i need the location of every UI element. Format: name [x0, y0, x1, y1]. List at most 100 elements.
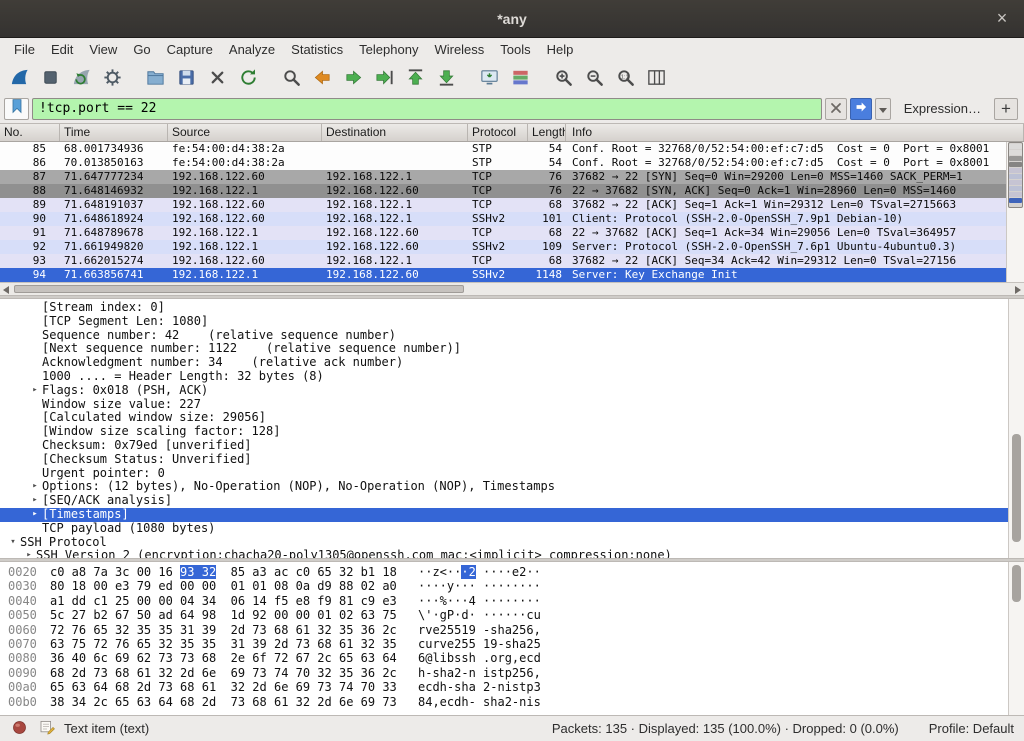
- packet-row[interactable]: 8771.647777234192.168.122.60192.168.122.…: [0, 170, 1006, 184]
- close-file-button[interactable]: [202, 62, 233, 92]
- go-forward-button[interactable]: [338, 62, 369, 92]
- expander-icon[interactable]: ▸: [22, 549, 36, 558]
- detail-line[interactable]: [Next sequence number: 1122 (relative se…: [0, 342, 1008, 356]
- scroll-left-icon[interactable]: [0, 284, 12, 295]
- packet-row[interactable]: 9371.662015274192.168.122.60192.168.122.…: [0, 254, 1006, 268]
- detail-line[interactable]: Urgent pointer: 0: [0, 467, 1008, 481]
- capture-options-button[interactable]: [97, 62, 128, 92]
- column-header-destination[interactable]: Destination: [322, 124, 468, 141]
- expert-info-button[interactable]: [10, 719, 29, 738]
- display-filter-input[interactable]: [32, 98, 822, 120]
- go-first-button[interactable]: [400, 62, 431, 92]
- find-packet-button[interactable]: [276, 62, 307, 92]
- scrollbar-thumb[interactable]: [1008, 142, 1023, 208]
- menu-item-capture[interactable]: Capture: [159, 40, 221, 59]
- packet-row[interactable]: 8568.001734936fe:54:00:d4:38:2aSTP54Conf…: [0, 142, 1006, 156]
- hex-row[interactable]: 003080 18 00 e3 79 ed 00 00 01 01 08 0a …: [0, 579, 1008, 593]
- filter-clear-button[interactable]: [825, 98, 847, 120]
- detail-line[interactable]: [TCP Segment Len: 1080]: [0, 315, 1008, 329]
- zoom-in-button[interactable]: [548, 62, 579, 92]
- hex-scrollbar[interactable]: [1008, 562, 1024, 715]
- menu-item-tools[interactable]: Tools: [492, 40, 538, 59]
- detail-line[interactable]: ▸[SEQ/ACK analysis]: [0, 494, 1008, 508]
- column-header-protocol[interactable]: Protocol: [468, 124, 528, 141]
- hex-scrollbar-thumb[interactable]: [1012, 565, 1021, 602]
- menu-item-view[interactable]: View: [81, 40, 125, 59]
- packet-row[interactable]: 9471.663856741192.168.122.1192.168.122.6…: [0, 268, 1006, 282]
- detail-line[interactable]: [Checksum Status: Unverified]: [0, 453, 1008, 467]
- scroll-right-icon[interactable]: [1012, 284, 1024, 295]
- expander-icon[interactable]: ▸: [28, 508, 42, 522]
- column-header-source[interactable]: Source: [168, 124, 322, 141]
- detail-line[interactable]: ▸Options: (12 bytes), No-Operation (NOP)…: [0, 480, 1008, 494]
- start-capture-button[interactable]: [4, 62, 35, 92]
- hex-row[interactable]: 0020c0 a8 7a 3c 00 16 93 32 85 a3 ac c0 …: [0, 565, 1008, 579]
- expander-icon[interactable]: ▾: [6, 536, 20, 550]
- detail-line[interactable]: ▸[Timestamps]: [0, 508, 1008, 522]
- status-profile[interactable]: Profile: Default: [929, 721, 1014, 736]
- hex-row[interactable]: 0040a1 dd c1 25 00 00 04 34 06 14 f5 e8 …: [0, 594, 1008, 608]
- go-last-button[interactable]: [431, 62, 462, 92]
- menu-item-wireless[interactable]: Wireless: [426, 40, 492, 59]
- column-header-time[interactable]: Time: [60, 124, 168, 141]
- detail-line[interactable]: ▾SSH Protocol: [0, 536, 1008, 550]
- filter-bookmark-button[interactable]: [4, 98, 29, 120]
- zoom-original-button[interactable]: 1:1: [610, 62, 641, 92]
- detail-line[interactable]: 1000 .... = Header Length: 32 bytes (8): [0, 370, 1008, 384]
- packet-row[interactable]: 9171.648789678192.168.122.1192.168.122.6…: [0, 226, 1006, 240]
- detail-line[interactable]: Checksum: 0x79ed [unverified]: [0, 439, 1008, 453]
- expander-icon[interactable]: ▸: [28, 384, 42, 398]
- hex-row[interactable]: 007063 75 72 76 65 32 35 35 31 39 2d 73 …: [0, 637, 1008, 651]
- detail-line[interactable]: ▸SSH Version 2 (encryption:chacha20-poly…: [0, 549, 1008, 558]
- packet-list-scrollbar[interactable]: [1006, 142, 1024, 282]
- detail-line[interactable]: [Window size scaling factor: 128]: [0, 425, 1008, 439]
- detail-line[interactable]: Acknowledgment number: 34 (relative ack …: [0, 356, 1008, 370]
- filter-history-dropdown[interactable]: [875, 98, 891, 120]
- column-header-no[interactable]: No.: [0, 124, 60, 141]
- expression-button[interactable]: Expression…: [894, 101, 991, 116]
- packet-row[interactable]: 8670.013850163fe:54:00:d4:38:2aSTP54Conf…: [0, 156, 1006, 170]
- menu-item-telephony[interactable]: Telephony: [351, 40, 426, 59]
- go-back-button[interactable]: [307, 62, 338, 92]
- menu-item-help[interactable]: Help: [539, 40, 582, 59]
- hex-row[interactable]: 008036 40 6c 69 62 73 73 68 2e 6f 72 67 …: [0, 651, 1008, 665]
- expander-icon[interactable]: ▸: [28, 494, 42, 508]
- packet-row[interactable]: 9071.648618924192.168.122.60192.168.122.…: [0, 212, 1006, 226]
- menu-item-edit[interactable]: Edit: [43, 40, 81, 59]
- packet-list-hscrollbar[interactable]: [0, 282, 1024, 295]
- hex-row[interactable]: 00505c 27 b2 67 50 ad 64 98 1d 92 00 00 …: [0, 608, 1008, 622]
- auto-scroll-button[interactable]: [474, 62, 505, 92]
- zoom-out-button[interactable]: [579, 62, 610, 92]
- packet-row[interactable]: 8971.648191037192.168.122.60192.168.122.…: [0, 198, 1006, 212]
- expander-icon[interactable]: ▸: [28, 480, 42, 494]
- hex-row[interactable]: 006072 76 65 32 35 35 31 39 2d 73 68 61 …: [0, 623, 1008, 637]
- menu-item-statistics[interactable]: Statistics: [283, 40, 351, 59]
- detail-line[interactable]: [Calculated window size: 29056]: [0, 411, 1008, 425]
- detail-line[interactable]: [Stream index: 0]: [0, 301, 1008, 315]
- open-file-button[interactable]: [140, 62, 171, 92]
- column-header-length[interactable]: Length: [528, 124, 566, 141]
- detail-line[interactable]: ▸Flags: 0x018 (PSH, ACK): [0, 384, 1008, 398]
- close-button[interactable]: ×: [990, 7, 1014, 31]
- detail-line[interactable]: Window size value: 227: [0, 398, 1008, 412]
- restart-capture-button[interactable]: [66, 62, 97, 92]
- go-to-packet-button[interactable]: [369, 62, 400, 92]
- filter-apply-button[interactable]: [850, 98, 872, 120]
- hex-row[interactable]: 009068 2d 73 68 61 32 2d 6e 69 73 74 70 …: [0, 666, 1008, 680]
- detail-scrollbar-thumb[interactable]: [1012, 434, 1021, 543]
- hex-row[interactable]: 00a065 63 64 68 2d 73 68 61 32 2d 6e 69 …: [0, 680, 1008, 694]
- detail-line[interactable]: Sequence number: 42 (relative sequence n…: [0, 329, 1008, 343]
- detail-line[interactable]: TCP payload (1080 bytes): [0, 522, 1008, 536]
- packet-row[interactable]: 8871.648146932192.168.122.1192.168.122.6…: [0, 184, 1006, 198]
- save-file-button[interactable]: [171, 62, 202, 92]
- resize-columns-button[interactable]: [641, 62, 672, 92]
- menu-item-analyze[interactable]: Analyze: [221, 40, 283, 59]
- menu-item-file[interactable]: File: [6, 40, 43, 59]
- detail-scrollbar[interactable]: [1008, 299, 1024, 558]
- reload-file-button[interactable]: [233, 62, 264, 92]
- column-header-info[interactable]: Info: [566, 124, 1024, 141]
- menu-item-go[interactable]: Go: [125, 40, 158, 59]
- packet-row[interactable]: 9271.661949820192.168.122.1192.168.122.6…: [0, 240, 1006, 254]
- stop-capture-button[interactable]: [35, 62, 66, 92]
- hex-row[interactable]: 00b038 34 2c 65 63 64 68 2d 73 68 61 32 …: [0, 695, 1008, 709]
